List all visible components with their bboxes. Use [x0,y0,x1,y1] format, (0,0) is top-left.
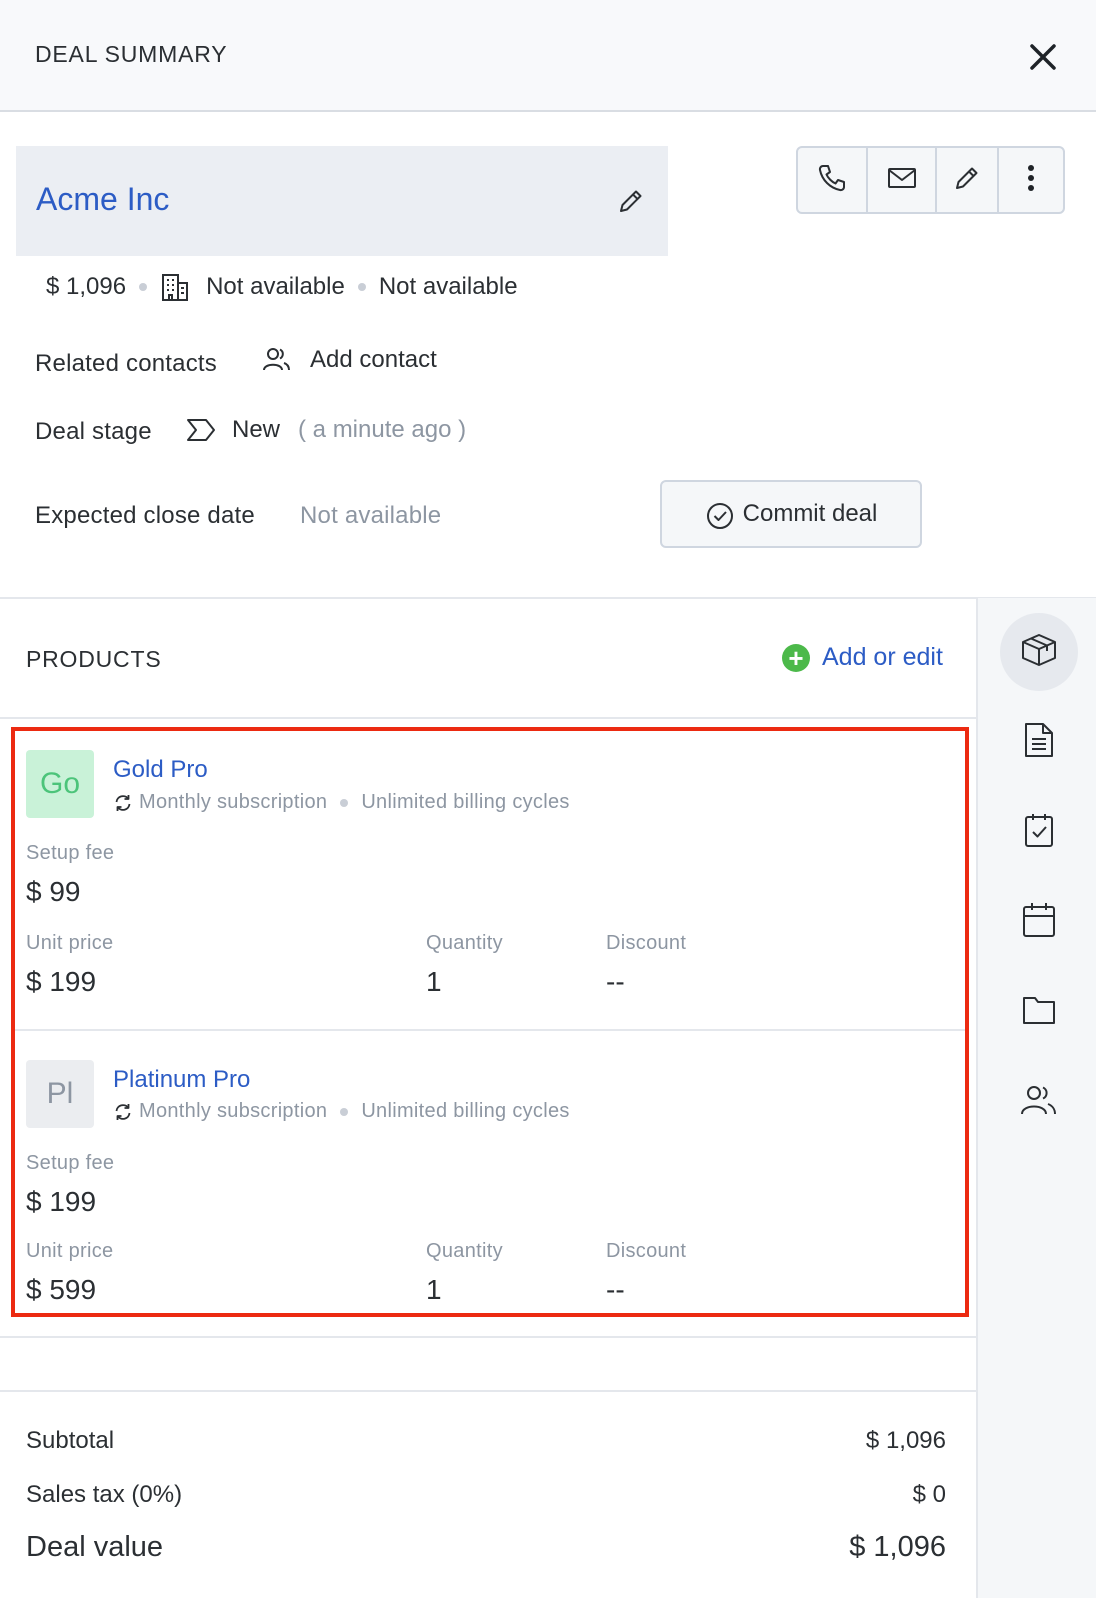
sales-tax-value: $ 0 [912,1481,946,1508]
separator-dot [357,283,366,291]
divider [0,1336,976,1338]
products-tab[interactable] [1000,613,1078,691]
mail-icon [886,162,918,199]
phone-icon [816,162,848,199]
deal-name[interactable]: Acme Inc [36,181,169,218]
notes-tab[interactable] [1000,703,1078,781]
separator-dot [139,283,148,291]
subtotal-label: Subtotal [26,1427,115,1454]
call-button[interactable] [798,148,868,212]
deal-stage-time: ( a minute ago ) [298,416,467,443]
divider [0,597,1096,599]
task-clipboard-icon [1023,811,1055,854]
deal-owner: Not available [378,273,518,300]
deal-amount: $ 1,096 [46,273,127,300]
plus-circle-icon: + [782,643,810,672]
add-or-edit-products-button[interactable]: + Add or edit [782,643,943,672]
more-button[interactable] [999,148,1063,212]
products-title: PRODUCTS [26,646,162,672]
deal-stage-name: New [232,416,281,443]
panel-title: DEAL SUMMARY [35,41,228,67]
users-icon [1020,1083,1058,1122]
add-contact-label: Add contact [310,346,437,373]
commit-deal-label: Commit deal [742,500,878,527]
deal-stage-label: Deal stage [35,418,152,445]
folder-icon [1021,993,1057,1032]
stage-arrow-icon [186,417,216,443]
commit-deal-button[interactable]: Commit deal [660,480,922,548]
divider [0,1390,976,1392]
deal-stage-value[interactable]: New ( a minute ago ) [186,416,466,444]
calendar-icon [1021,901,1057,944]
meetings-tab[interactable] [1000,883,1078,961]
add-or-edit-label: Add or edit [822,643,943,671]
deal-value-label: Deal value [26,1531,164,1563]
deal-company: Not available [206,273,345,300]
close-date-label: Expected close date [35,502,255,529]
close-icon[interactable] [1026,40,1060,74]
deal-value-amount: $ 1,096 [849,1531,946,1563]
deal-actions [796,146,1065,214]
contacts-tab[interactable] [1000,1063,1078,1141]
sales-tax-label: Sales tax (0%) [26,1481,183,1508]
tasks-tab[interactable] [1000,793,1078,871]
email-button[interactable] [868,148,937,212]
related-contacts-label: Related contacts [35,350,217,377]
building-icon [160,272,190,302]
subtotal-value: $ 1,096 [865,1427,946,1454]
files-tab[interactable] [1000,973,1078,1051]
pencil-icon[interactable] [616,186,646,216]
box-icon [1020,631,1058,674]
more-vertical-icon [1027,164,1035,197]
add-contact-link[interactable]: Add contact [262,345,437,375]
right-rail [976,598,1096,1598]
products-highlight [11,727,969,1317]
pencil-icon [952,163,982,198]
deal-meta: $ 1,096 Not available Not available [46,270,518,304]
close-date-value[interactable]: Not available [300,502,441,530]
divider [0,717,976,719]
contacts-icon [262,345,292,375]
edit-button[interactable] [937,148,999,212]
check-circle-icon [705,501,735,531]
panel-header: DEAL SUMMARY [0,0,1096,112]
document-icon [1023,721,1055,764]
deal-name-box: Acme Inc [16,146,668,256]
